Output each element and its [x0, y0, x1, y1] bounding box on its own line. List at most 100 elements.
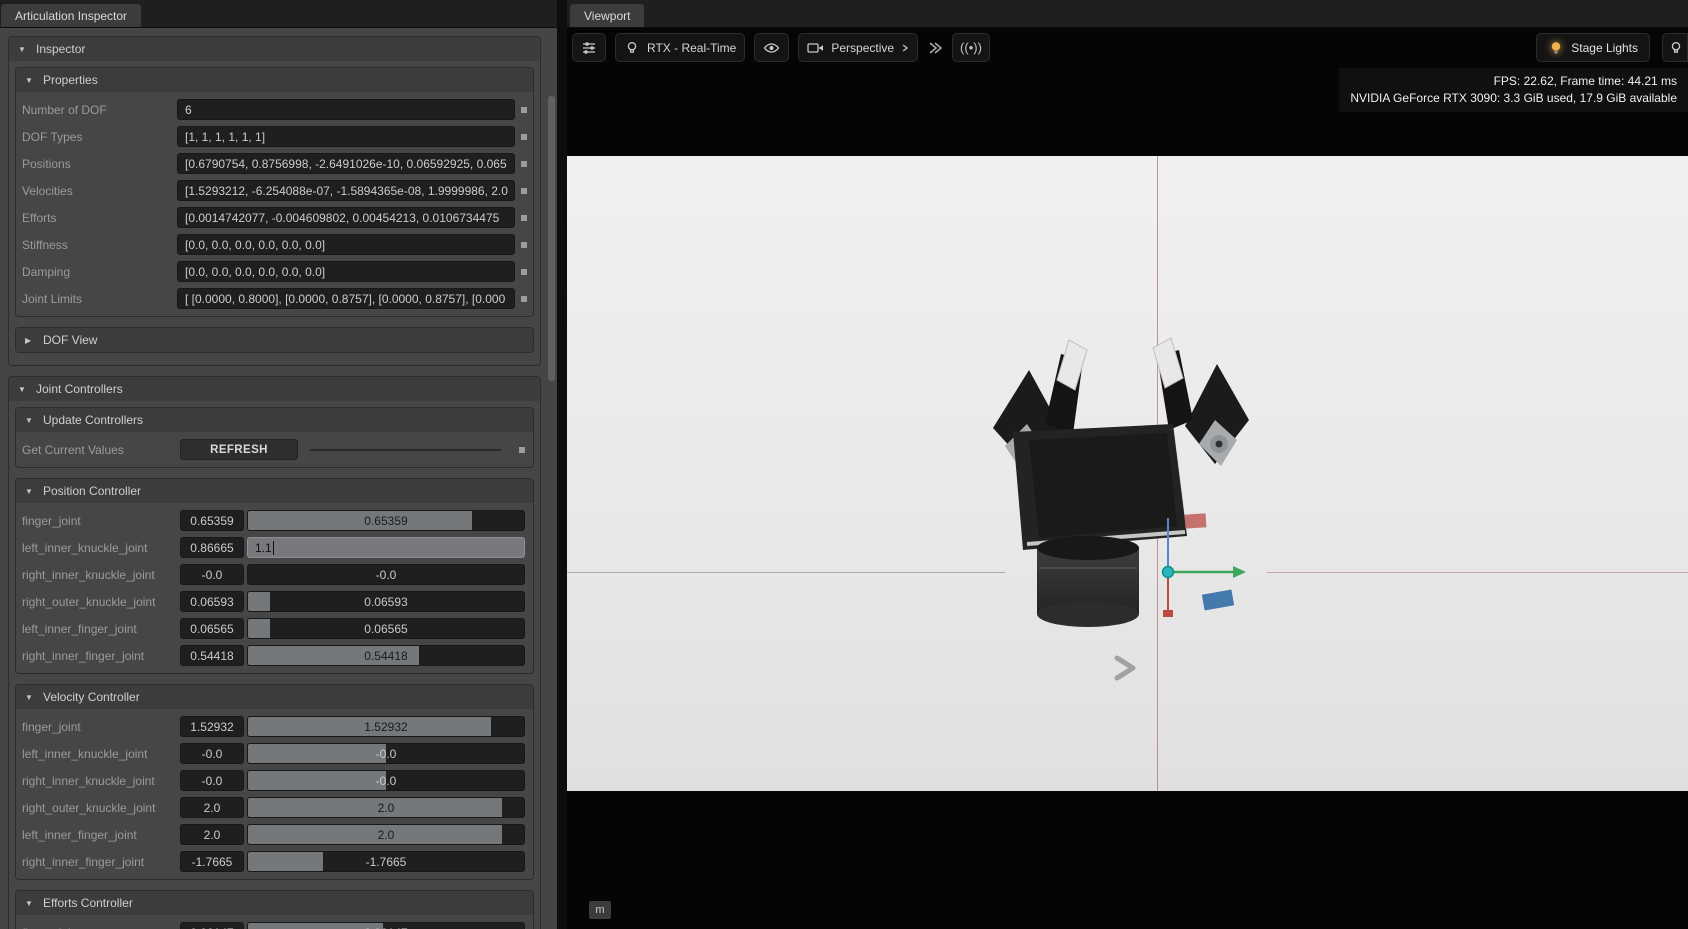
performance-stats: FPS: 22.62, Frame time: 44.21 ms NVIDIA …	[1339, 68, 1688, 112]
joint-value-field[interactable]: 0.54418	[180, 645, 244, 666]
text-cursor	[272, 540, 274, 555]
property-value-field[interactable]: [ [0.0000, 0.8000], [0.0000, 0.8757], [0…	[177, 288, 515, 309]
joint-slider[interactable]: 0.65359	[247, 510, 525, 531]
joint-slider[interactable]: -0.0	[247, 743, 525, 764]
joint-slider[interactable]: 1.52932	[247, 716, 525, 737]
default-indicator-dot[interactable]	[521, 187, 527, 194]
renderer-selector[interactable]: RTX - Real-Time	[615, 33, 746, 62]
property-value: [ [0.0000, 0.8000], [0.0000, 0.8757], [0…	[185, 291, 506, 306]
joint-value-field[interactable]: -0.0	[180, 770, 244, 791]
properties-header[interactable]: ▼ Properties	[16, 68, 533, 92]
joint-slider[interactable]: -1.7665	[247, 851, 525, 872]
joint-value-field[interactable]: -1.7665	[180, 851, 244, 872]
red-cube[interactable]	[1184, 513, 1207, 529]
joint-value-field[interactable]: 2.0	[180, 824, 244, 845]
property-value: [1, 1, 1, 1, 1, 1]	[185, 129, 266, 144]
joint-value-edit-field[interactable]: 1.1	[247, 537, 525, 558]
blue-cube[interactable]	[1201, 589, 1235, 611]
joint-row: finger_joint 0.00147 0.00147	[16, 919, 533, 929]
lightbulb-icon	[627, 41, 637, 53]
chevron-down-icon: ▼	[25, 692, 33, 702]
update-controllers-header[interactable]: ▼ Update Controllers	[16, 408, 533, 432]
refresh-button[interactable]: REFRESH	[180, 439, 298, 460]
property-value-field[interactable]: [0.0, 0.0, 0.0, 0.0, 0.0, 0.0]	[177, 261, 515, 282]
tab-articulation-inspector[interactable]: Articulation Inspector	[1, 4, 142, 27]
property-value-field[interactable]: [0.0, 0.0, 0.0, 0.0, 0.0, 0.0]	[177, 234, 515, 255]
default-indicator-dot[interactable]	[521, 106, 527, 113]
joint-value-field[interactable]: 1.52932	[180, 716, 244, 737]
joint-value-field[interactable]: -0.0	[180, 743, 244, 764]
default-indicator-dot[interactable]	[521, 241, 527, 248]
stage-lights-button[interactable]: Stage Lights	[1536, 33, 1650, 62]
visibility-button[interactable]	[754, 33, 790, 62]
property-row: Positions [0.6790754, 0.8756998, -2.6491…	[16, 150, 533, 177]
efforts-controller-header[interactable]: ▼ Efforts Controller	[16, 891, 533, 915]
live-sync-button[interactable]: ((•))	[952, 33, 990, 62]
tab-viewport[interactable]: Viewport	[570, 4, 645, 27]
default-indicator-dot[interactable]	[521, 133, 527, 140]
property-row: Damping [0.0, 0.0, 0.0, 0.0, 0.0, 0.0]	[16, 258, 533, 285]
property-value-field[interactable]: [1.5293212, -6.254088e-07, -1.5894365e-0…	[177, 180, 515, 201]
property-label: Efforts	[22, 210, 57, 225]
joint-controllers-header[interactable]: ▼ Joint Controllers	[9, 377, 540, 401]
scrollbar-thumb[interactable]	[548, 96, 555, 381]
joint-slider[interactable]: 0.54418	[247, 645, 525, 666]
scrollbar[interactable]	[548, 30, 555, 927]
dof-view-header[interactable]: ▶ DOF View	[16, 328, 533, 352]
position-controller-header[interactable]: ▼ Position Controller	[16, 479, 533, 503]
camera-selector[interactable]: Perspective	[798, 33, 919, 62]
joint-slider[interactable]: 0.06593	[247, 591, 525, 612]
joint-value-field[interactable]: 0.65359	[180, 510, 244, 531]
viewport-settings-button[interactable]	[572, 33, 606, 62]
robot-gripper-scene[interactable]	[987, 328, 1357, 688]
toolbar-expand-button[interactable]	[927, 40, 943, 56]
joint-slider[interactable]: 2.0	[247, 797, 525, 818]
dof-view-title: DOF View	[43, 333, 98, 347]
property-value-field[interactable]: [0.0014742077, -0.004609802, 0.00454213,…	[177, 207, 515, 228]
joint-slider[interactable]: 0.06565	[247, 618, 525, 639]
light-settings-button[interactable]	[1662, 33, 1688, 62]
default-indicator-dot[interactable]	[521, 214, 527, 221]
joint-controllers-frame: ▼ Joint Controllers ▼ Update Controllers…	[8, 376, 541, 929]
property-row: Stiffness [0.0, 0.0, 0.0, 0.0, 0.0, 0.0]	[16, 231, 533, 258]
default-indicator-dot[interactable]	[521, 268, 527, 275]
properties-frame: ▼ Properties Number of DOF 6 DOF Types […	[15, 67, 534, 317]
default-indicator-dot[interactable]	[519, 446, 525, 453]
slider-value: -1.7665	[365, 854, 407, 869]
efforts-controller-title: Efforts Controller	[43, 896, 133, 910]
joint-value-field[interactable]: 0.86665	[180, 537, 244, 558]
property-value-field[interactable]: 6	[177, 99, 515, 120]
nav-chevron-icon[interactable]	[1114, 655, 1136, 681]
joint-value-field[interactable]: 0.06593	[180, 591, 244, 612]
joint-value-field[interactable]: 2.0	[180, 797, 244, 818]
joint-slider[interactable]: -0.0	[247, 770, 525, 791]
default-indicator-dot[interactable]	[521, 160, 527, 167]
property-value-field[interactable]: [1, 1, 1, 1, 1, 1]	[177, 126, 515, 147]
position-controller-frame: ▼ Position Controller finger_joint 0.653…	[15, 478, 534, 674]
joint-label: right_inner_knuckle_joint	[22, 773, 155, 788]
articulation-inspector-panel: Articulation Inspector ▼ Inspector ▼ Pro…	[0, 0, 557, 929]
joint-row: left_inner_knuckle_joint 0.86665 1.1	[16, 534, 533, 561]
panel-splitter[interactable]	[557, 0, 567, 929]
joint-value-field[interactable]: 0.06565	[180, 618, 244, 639]
default-indicator-dot[interactable]	[521, 295, 527, 302]
lightbulb-outline-icon	[1671, 41, 1681, 53]
joint-value-field[interactable]: 0.00147	[180, 922, 244, 929]
joint-label: left_inner_finger_joint	[22, 621, 137, 636]
joint-value-field[interactable]: -0.0	[180, 564, 244, 585]
unit-badge: m	[589, 901, 611, 919]
slider-value: 0.65359	[364, 513, 408, 528]
joint-slider[interactable]: -0.0	[247, 564, 525, 585]
velocity-controller-header[interactable]: ▼ Velocity Controller	[16, 685, 533, 709]
joint-slider[interactable]: 0.00147	[247, 922, 525, 929]
joint-slider[interactable]: 2.0	[247, 824, 525, 845]
property-row: Number of DOF 6	[16, 96, 533, 123]
position-controller-title: Position Controller	[43, 484, 142, 498]
property-value-field[interactable]: [0.6790754, 0.8756998, -2.6491026e-10, 0…	[177, 153, 515, 174]
inspector-header[interactable]: ▼ Inspector	[9, 37, 540, 61]
property-label: Positions	[22, 156, 71, 171]
gpu-text: NVIDIA GeForce RTX 3090: 3.3 GiB used, 1…	[1350, 91, 1677, 105]
robot-gripper[interactable]	[993, 337, 1249, 627]
joint-row: right_inner_knuckle_joint -0.0 -0.0	[16, 767, 533, 794]
viewport-canvas[interactable]: RTX - Real-Time Perspective ((•)) Stage …	[567, 28, 1688, 929]
